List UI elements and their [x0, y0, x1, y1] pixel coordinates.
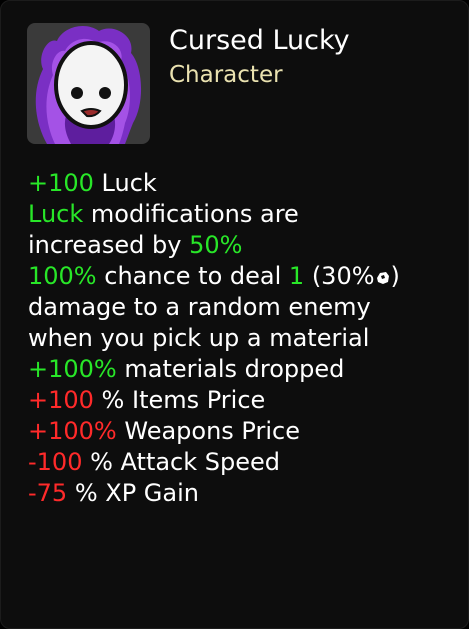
effect-line-damage-cont2: when you pick up a material	[28, 323, 458, 354]
effect-text: materials dropped	[116, 355, 345, 383]
material-icon	[376, 272, 389, 284]
effect-value: 100%	[28, 262, 97, 290]
effect-line-attack-speed: -100 % Attack Speed	[28, 447, 458, 478]
effect-text: % Attack Speed	[82, 448, 281, 476]
effect-text: damage to a random enemy	[28, 293, 371, 321]
effect-value: +100%	[28, 355, 117, 383]
effect-keyword: Luck	[28, 200, 84, 228]
effect-text-scaling: (30%	[304, 262, 375, 290]
effect-value: -75	[28, 479, 68, 507]
item-name: Cursed Lucky	[169, 25, 350, 56]
effect-value: -100	[28, 448, 83, 476]
effect-text-close: )	[390, 262, 400, 290]
effect-value: +100	[28, 169, 94, 197]
character-portrait	[27, 23, 150, 144]
effect-value: +100	[28, 386, 94, 414]
effect-text: Luck	[93, 169, 157, 197]
effect-line-damage-chance: 100% chance to deal 1 (30%)	[28, 261, 458, 292]
effect-value: +100%	[28, 417, 117, 445]
effects-list: +100 Luck Luck modifications are increas…	[28, 168, 458, 509]
effect-line-luck-mod: Luck modifications are	[28, 199, 458, 230]
effect-damage-value: 1	[288, 262, 305, 290]
effect-line-luck: +100 Luck	[28, 168, 458, 199]
effect-value: 50%	[189, 231, 243, 259]
effect-line-items-price: +100 % Items Price	[28, 385, 458, 416]
effect-line-damage-cont: damage to a random enemy	[28, 292, 458, 323]
effect-line-luck-mod-cont: increased by 50%	[28, 230, 458, 261]
effect-text: when you pick up a material	[28, 324, 370, 352]
effect-text: % Items Price	[93, 386, 266, 414]
effect-text: increased by	[28, 231, 190, 259]
effect-line-weapons-price: +100% Weapons Price	[28, 416, 458, 447]
effect-line-xp-gain: -75 % XP Gain	[28, 478, 458, 509]
item-tooltip-panel: Cursed Lucky Character +100 Luck Luck mo…	[0, 0, 469, 629]
effect-text: modifications are	[83, 200, 299, 228]
item-category: Character	[169, 62, 283, 88]
effect-line-materials: +100% materials dropped	[28, 354, 458, 385]
effect-text: Weapons Price	[116, 417, 300, 445]
effect-text: % XP Gain	[67, 479, 199, 507]
white-egg-face-purple-aura-icon	[35, 26, 142, 144]
effect-text: chance to deal	[96, 262, 289, 290]
